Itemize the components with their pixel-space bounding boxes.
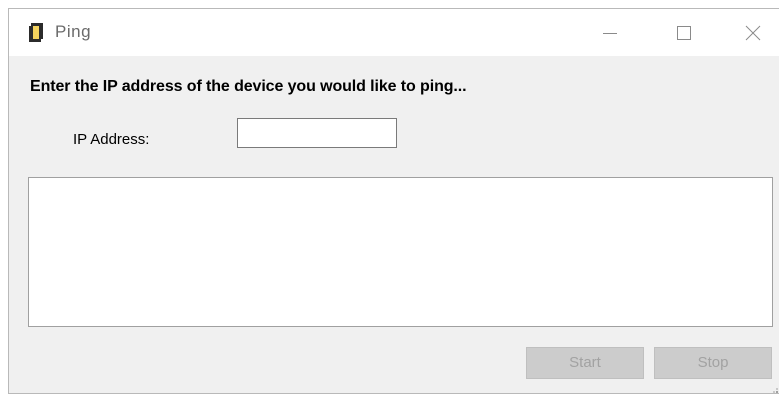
title-bar[interactable]: Ping	[9, 9, 780, 56]
resize-grip-icon[interactable]	[772, 387, 778, 393]
ip-address-label: IP Address:	[73, 131, 150, 148]
close-button[interactable]	[726, 9, 780, 56]
minimize-icon	[603, 32, 617, 34]
start-button[interactable]: Start	[526, 347, 644, 379]
maximize-button[interactable]	[657, 9, 711, 56]
ping-output-box[interactable]	[28, 177, 773, 327]
maximize-icon	[677, 25, 691, 40]
window-title: Ping	[55, 22, 92, 41]
ping-window: Ping Enter the IP address of the device …	[8, 8, 780, 394]
minimize-button[interactable]	[583, 9, 637, 56]
ping-app-icon	[29, 23, 43, 42]
instruction-text: Enter the IP address of the device you w…	[30, 78, 467, 95]
ip-address-input[interactable]	[237, 118, 397, 148]
close-icon	[745, 25, 761, 40]
stop-button[interactable]: Stop	[654, 347, 772, 379]
